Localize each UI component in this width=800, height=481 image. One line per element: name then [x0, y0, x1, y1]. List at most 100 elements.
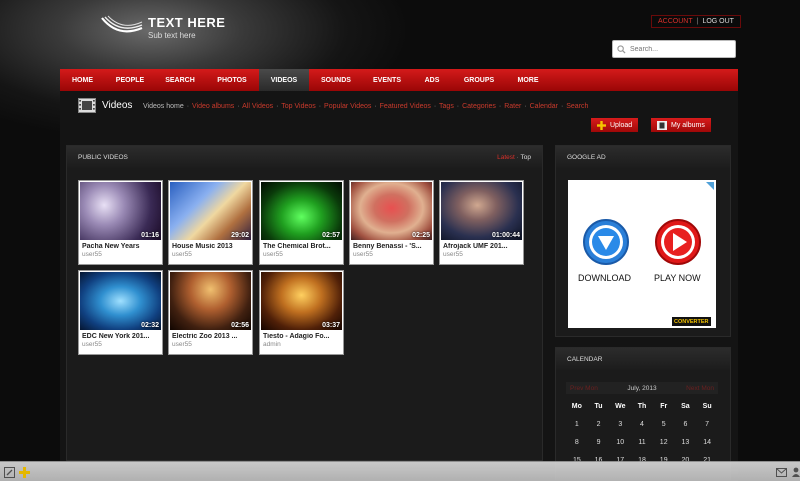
subnav-all-videos[interactable]: All Videos — [242, 103, 273, 110]
video-card[interactable]: 02:25 Benny Benassi - 'S... user55 — [349, 180, 434, 265]
calendar-nav: Prev Mon July, 2013 Next Mon — [566, 382, 718, 394]
nav-item-videos[interactable]: VIDEOS — [259, 69, 309, 91]
calendar-day[interactable]: 11 — [631, 439, 653, 446]
subnav-calendar[interactable]: Calendar — [530, 103, 558, 110]
video-card[interactable]: 02:56 Electric Zoo 2013 ... user55 — [168, 270, 253, 355]
video-title[interactable]: Tiesto - Adagio Fo... — [263, 333, 340, 340]
video-card[interactable]: 01:16 Pacha New Years user55 — [78, 180, 163, 265]
calendar-day[interactable]: 14 — [696, 439, 718, 446]
nav-item-more[interactable]: MORE — [505, 69, 551, 91]
subnav-top-videos[interactable]: Top Videos — [281, 103, 316, 110]
film-small-icon — [657, 120, 667, 130]
calendar-next-button[interactable]: Next Mon — [686, 385, 714, 392]
add-icon[interactable] — [17, 465, 31, 479]
video-user[interactable]: user55 — [443, 251, 520, 258]
edit-icon[interactable] — [2, 465, 16, 479]
search-box[interactable] — [612, 40, 736, 58]
video-title[interactable]: Electric Zoo 2013 ... — [172, 333, 249, 340]
subnav-tags[interactable]: Tags — [439, 103, 454, 110]
subnav-popular-videos[interactable]: Popular Videos — [324, 103, 371, 110]
upload-label: Upload — [610, 121, 633, 129]
calendar-day[interactable]: 3 — [609, 421, 631, 428]
weekday-label: Mo — [571, 403, 582, 410]
video-thumbnail[interactable]: 02:57 — [261, 182, 342, 240]
calendar-prev-button[interactable]: Prev Mon — [570, 385, 598, 392]
nav-item-home[interactable]: HOME — [60, 69, 105, 91]
weekday-label: Fr — [660, 403, 668, 410]
play-icon[interactable] — [654, 218, 702, 266]
nav-item-groups[interactable]: GROUPS — [453, 69, 505, 91]
weekday-label: Su — [702, 403, 712, 410]
nav-item-events[interactable]: EVENTS — [363, 69, 411, 91]
calendar-day[interactable]: 9 — [588, 439, 610, 446]
account-link[interactable]: ACCOUNT — [658, 18, 693, 25]
google-ad-header: GOOGLE AD — [556, 146, 730, 168]
tab-latest[interactable]: Latest — [497, 154, 515, 161]
video-card[interactable]: 01:00:44 Afrojack UMF 201... user55 — [439, 180, 524, 265]
nav-item-sounds[interactable]: SOUNDS — [309, 69, 363, 91]
calendar-day[interactable]: 1 — [566, 421, 588, 428]
video-card[interactable]: 02:32 EDC New York 201... user55 — [78, 270, 163, 355]
video-title[interactable]: EDC New York 201... — [82, 333, 159, 340]
public-videos-title: PUBLIC VIDEOS — [78, 153, 128, 161]
subnav-videos-home[interactable]: Videos home — [143, 103, 184, 110]
video-title[interactable]: The Chemical Brot... — [263, 243, 340, 250]
video-thumbnail[interactable]: 02:32 — [80, 272, 161, 330]
calendar-day[interactable]: 8 — [566, 439, 588, 446]
video-thumbnail[interactable]: 01:16 — [80, 182, 161, 240]
video-user[interactable]: user55 — [82, 251, 159, 258]
video-user[interactable]: user55 — [263, 251, 340, 258]
video-thumbnail[interactable]: 02:56 — [170, 272, 251, 330]
video-card[interactable]: 29:02 House Music 2013 user55 — [168, 180, 253, 265]
video-user[interactable]: user55 — [172, 341, 249, 348]
subnav-search[interactable]: Search — [566, 103, 588, 110]
video-thumbnail[interactable]: 01:00:44 — [441, 182, 522, 240]
google-ad-title: GOOGLE AD — [567, 153, 606, 161]
subnav-categories[interactable]: Categories — [462, 103, 496, 110]
video-title[interactable]: Pacha New Years — [82, 243, 159, 250]
calendar-day[interactable]: 5 — [653, 421, 675, 428]
video-thumbnail[interactable]: 03:37 — [261, 272, 342, 330]
play-now-label[interactable]: PLAY NOW — [654, 273, 701, 283]
video-thumbnail[interactable]: 02:25 — [351, 182, 432, 240]
subnav-video-albums[interactable]: Video albums — [192, 103, 234, 110]
video-user[interactable]: admin — [263, 341, 340, 348]
tab-top[interactable]: Top — [521, 154, 531, 161]
logout-link[interactable]: LOG OUT — [702, 18, 734, 25]
mail-icon[interactable] — [774, 465, 788, 479]
video-title[interactable]: House Music 2013 — [172, 243, 249, 250]
weekday-label: Sa — [681, 403, 690, 410]
my-albums-button[interactable]: My albums — [651, 118, 711, 132]
converter-label: CONVERTER — [674, 318, 709, 325]
plus-icon — [597, 120, 606, 130]
calendar-day[interactable]: 7 — [696, 421, 718, 428]
nav-item-ads[interactable]: ADS — [411, 69, 453, 91]
calendar-day[interactable]: 2 — [588, 421, 610, 428]
download-label[interactable]: DOWNLOAD — [578, 273, 631, 283]
calendar-day[interactable]: 4 — [631, 421, 653, 428]
user-icon[interactable] — [789, 465, 800, 479]
video-user[interactable]: user55 — [82, 341, 159, 348]
video-user[interactable]: user55 — [172, 251, 249, 258]
nav-item-photos[interactable]: PHOTOS — [205, 69, 259, 91]
site-logo[interactable]: TEXT HERE Sub text here — [100, 14, 225, 40]
video-card[interactable]: 03:37 Tiesto - Adagio Fo... admin — [259, 270, 344, 355]
video-card[interactable]: 02:57 The Chemical Brot... user55 — [259, 180, 344, 265]
calendar-day[interactable]: 13 — [675, 439, 697, 446]
upload-button[interactable]: Upload — [591, 118, 639, 132]
calendar-day[interactable]: 12 — [653, 439, 675, 446]
ad-banner[interactable]: DOWNLOAD PLAY NOW CONVERTER — [568, 180, 716, 328]
subnav-rater[interactable]: Rater — [504, 103, 521, 110]
subnav-featured-videos[interactable]: Featured Videos — [380, 103, 431, 110]
calendar-day[interactable]: 6 — [675, 421, 697, 428]
video-title[interactable]: Afrojack UMF 201... — [443, 243, 520, 250]
calendar-day[interactable]: 10 — [609, 439, 631, 446]
calendar-header: CALENDAR — [556, 348, 730, 370]
video-title[interactable]: Benny Benassi - 'S... — [353, 243, 430, 250]
nav-item-search[interactable]: SEARCH — [155, 69, 205, 91]
download-icon[interactable] — [582, 218, 630, 266]
search-input[interactable] — [630, 45, 730, 53]
video-user[interactable]: user55 — [353, 251, 430, 258]
nav-item-people[interactable]: PEOPLE — [105, 69, 155, 91]
video-thumbnail[interactable]: 29:02 — [170, 182, 251, 240]
